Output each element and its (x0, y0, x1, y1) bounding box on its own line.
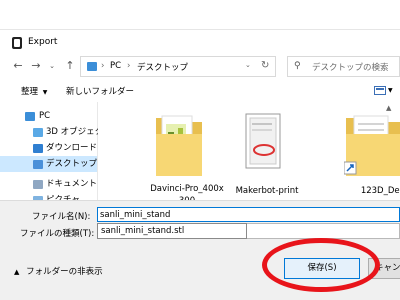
search-input[interactable]: ⚲ デスクトップの検索 (287, 56, 400, 77)
folder-icon (156, 115, 202, 176)
breadcrumb-desktop[interactable]: デスクトップ (137, 61, 188, 73)
documents-icon (33, 180, 43, 189)
file-name: Makerbot-print (235, 186, 299, 196)
app-icon (12, 37, 22, 49)
refresh-icon[interactable]: ↻ (261, 60, 269, 71)
new-folder-button[interactable]: 新しいフォルダー (66, 85, 134, 97)
breadcrumb-separator-icon: › (101, 61, 105, 71)
sidebar-item-3d-objects[interactable]: 3D オブジェクト (0, 124, 112, 140)
file-name: 123D_Design (360, 186, 400, 196)
folder-shortcut-icon (344, 115, 400, 176)
search-placeholder: デスクトップの検索 (312, 63, 389, 73)
hide-folders-toggle[interactable]: ▲ フォルダーの非表示 (14, 265, 103, 277)
breadcrumb-pc[interactable]: PC (110, 61, 121, 71)
breadcrumb-separator-icon: › (127, 61, 131, 71)
navigation-pane: PC 3D オブジェクト ダウンロード デスクトップ ドキュメント ピクチャ (0, 102, 112, 208)
filename-label: ファイル名(N): (32, 212, 91, 222)
3d-objects-icon (33, 128, 43, 137)
search-icon: ⚲ (294, 61, 301, 71)
sidebar-item-label: PC (39, 111, 51, 121)
file-list: Davinci-Pro_400x 300 Makerbot-print 123D… (98, 102, 400, 208)
sidebar-item-downloads[interactable]: ダウンロード (0, 140, 97, 156)
arrow-right-icon[interactable]: → (28, 58, 44, 74)
file-item-123d-design[interactable]: 123D_Design (338, 112, 400, 196)
dropdown-arrow-icon: ▼ (42, 89, 48, 96)
title-bar (0, 0, 400, 30)
sidebar-item-label: ドキュメント (46, 179, 98, 189)
pc-icon (25, 112, 35, 121)
chevron-down-icon[interactable]: ⌄ (44, 58, 60, 74)
filetype-label: ファイルの種類(T): (20, 229, 95, 239)
sidebar-item-desktop[interactable]: デスクトップ (0, 156, 97, 172)
desktop-icon (33, 160, 43, 169)
filename-input[interactable] (97, 207, 400, 222)
toolbar (0, 78, 400, 102)
scroll-up-icon[interactable]: ▲ (386, 104, 391, 112)
arrow-up-icon[interactable]: ↑ (62, 58, 78, 74)
highlight-circle (262, 238, 380, 292)
window-title: Export (28, 37, 58, 47)
chevron-down-icon[interactable]: ⌄ (245, 61, 251, 69)
sidebar-item-documents[interactable]: ドキュメント (0, 176, 97, 192)
organize-label: 整理 (21, 87, 39, 97)
address-bar[interactable]: › PC › デスクトップ ⌄ ↻ (80, 56, 276, 77)
file-item-makerbot[interactable]: Makerbot-print (236, 112, 318, 196)
view-options-icon[interactable] (374, 86, 386, 95)
pc-icon (87, 62, 97, 71)
sidebar-item-pc[interactable]: PC (0, 108, 97, 124)
sidebar-item-label: デスクトップ (46, 159, 98, 169)
download-icon (33, 144, 43, 153)
hide-folders-label: フォルダーの非表示 (26, 267, 103, 277)
organize-button[interactable]: 整理 ▼ (21, 85, 47, 97)
arrow-left-icon[interactable]: ← (10, 58, 26, 74)
chevron-up-icon: ▲ (14, 268, 20, 276)
file-item-davinci[interactable]: Davinci-Pro_400x 300 (148, 112, 228, 212)
file-name-line1: Davinci-Pro_400x (150, 184, 224, 194)
dropdown-arrow-icon[interactable]: ▼ (388, 87, 393, 94)
filetype-option[interactable]: sanli_mini_stand.stl (97, 223, 247, 239)
document-icon (245, 113, 281, 169)
sidebar-item-label: ダウンロード (46, 143, 98, 153)
